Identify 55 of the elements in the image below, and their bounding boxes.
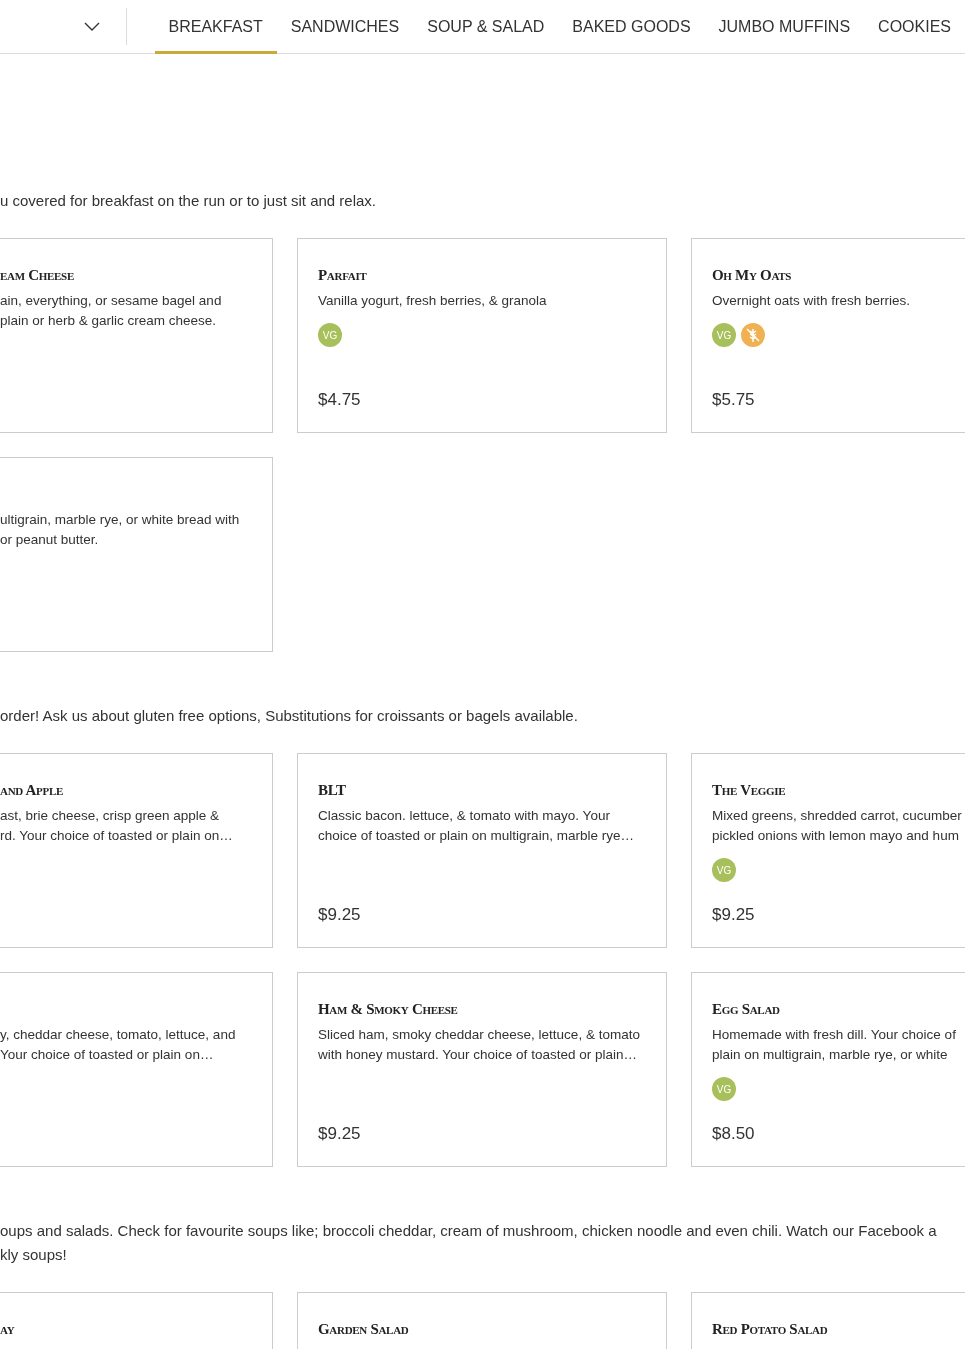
menu-card[interactable]: Garden Salad — [297, 1292, 667, 1349]
section-intro: order! Ask us about gluten free options, Substitutions for croissants or bagels available. — [0, 706, 579, 726]
item-title: ay — [0, 1320, 16, 1339]
category-tab[interactable]: SANDWICHES — [276, 0, 414, 54]
item-description: Sliced ham, smoky cheddar cheese, lettuce, & tomato with honey mustard. Your choice of toasted or plain… — [318, 1026, 641, 1064]
category-tab[interactable]: BREAKFAST — [154, 0, 277, 54]
menu-card[interactable]: ultigrain, marble rye, or white bread with or peanut butter. — [0, 457, 273, 652]
item-description: Mixed greens, shredded carrot, cucumber pickled onions with lemon mayo and hum — [712, 807, 963, 845]
menu-card[interactable]: y, cheddar cheese, tomato, lettuce, and Your choice of toasted or plain on… — [0, 972, 273, 1167]
item-description: ultigrain, marble rye, or white bread with or peanut butter. — [0, 511, 241, 549]
item-price: $8.50 — [712, 1124, 756, 1145]
category-tab[interactable]: COOKIES — [864, 0, 965, 54]
wheat-crossed-icon — [741, 323, 765, 347]
item-price: $4.75 — [318, 390, 362, 411]
item-description: Vanilla yogurt, fresh berries, & granola — [318, 292, 548, 310]
item-description: ain, everything, or sesame bagel and plain or herb & garlic cream cheese. — [0, 292, 223, 330]
vegetarian-badge: VG — [712, 323, 736, 347]
item-title: Garden Salad — [318, 1320, 410, 1339]
vegetarian-badge: VG — [712, 858, 736, 882]
category-tab[interactable]: BAKED GOODS — [558, 0, 705, 54]
item-price: $9.25 — [318, 1124, 362, 1145]
item-description: Overnight oats with fresh berries. — [712, 292, 912, 310]
item-title: Red Potato Salad — [712, 1320, 829, 1339]
item-title: and Apple — [0, 781, 64, 800]
section-intro: oups and salads. Check for favourite soups like; broccoli cheddar, cream of mushroom, chicken noodle and even chili. Watch our Facebook a kly soups! — [0, 1221, 938, 1265]
item-description: ast, brie cheese, crisp green apple & rd. Your choice of toasted or plain on… — [0, 807, 234, 845]
item-title: eam Cheese — [0, 266, 75, 285]
item-description: Classic bacon. lettuce, & tomato with mayo. Your choice of toasted or plain on multigrain, marble rye… — [318, 807, 635, 845]
menu-card[interactable]: Egg Salad Homemade with fresh dill. Your choice of plain on multigrain, marble rye, or white VG $8.50 — [691, 972, 965, 1167]
category-tab[interactable]: SOUP & SALAD — [413, 0, 559, 54]
category-tab[interactable]: JUMBO MUFFINS — [704, 0, 865, 54]
menu-card[interactable]: and Apple ast, brie cheese, crisp green apple & rd. Your choice of toasted or plain on… — [0, 753, 273, 948]
section-intro: u covered for breakfast on the run or to just sit and relax. — [0, 191, 378, 211]
vegetarian-badge: VG — [712, 1077, 736, 1101]
menu-card[interactable]: Parfait Vanilla yogurt, fresh berries, & granola VG $4.75 — [297, 238, 667, 433]
chevron-down-icon[interactable] — [83, 21, 100, 32]
menu-card[interactable]: eam Cheese ain, everything, or sesame bagel and plain or herb & garlic cream cheese. — [0, 238, 273, 433]
menu-card[interactable]: ay — [0, 1292, 273, 1349]
item-description: Homemade with fresh dill. Your choice of plain on multigrain, marble rye, or white — [712, 1026, 957, 1064]
vegetarian-badge: VG — [318, 323, 342, 347]
item-price: $5.75 — [712, 390, 756, 411]
item-price: $9.25 — [318, 905, 362, 926]
menu-card[interactable]: The Veggie Mixed greens, shredded carrot, cucumber pickled onions with lemon mayo and hum VG $9.25 — [691, 753, 965, 948]
menu-card[interactable]: BLT Classic bacon. lettuce, & tomato with mayo. Your choice of toasted or plain on multigrain, marble rye… $9.25 — [297, 753, 667, 948]
item-title: The Veggie — [712, 781, 787, 800]
item-title: Ham & Smoky Cheese — [318, 1000, 459, 1019]
item-title: Egg Salad — [712, 1000, 781, 1019]
item-title: Parfait — [318, 266, 368, 285]
menu-card[interactable]: Red Potato Salad — [691, 1292, 965, 1349]
menu-card[interactable]: Oh My Oats Overnight oats with fresh berries. VG $5.75 — [691, 238, 965, 433]
menu-card[interactable]: Ham & Smoky Cheese Sliced ham, smoky cheddar cheese, lettuce, & tomato with honey mustard. Your choice of toasted or plain… $9.25 — [297, 972, 667, 1167]
item-title: BLT — [318, 781, 347, 800]
item-title: Oh My Oats — [712, 266, 793, 285]
item-price: $9.25 — [712, 905, 756, 926]
item-description: y, cheddar cheese, tomato, lettuce, and Your choice of toasted or plain on… — [0, 1026, 237, 1064]
